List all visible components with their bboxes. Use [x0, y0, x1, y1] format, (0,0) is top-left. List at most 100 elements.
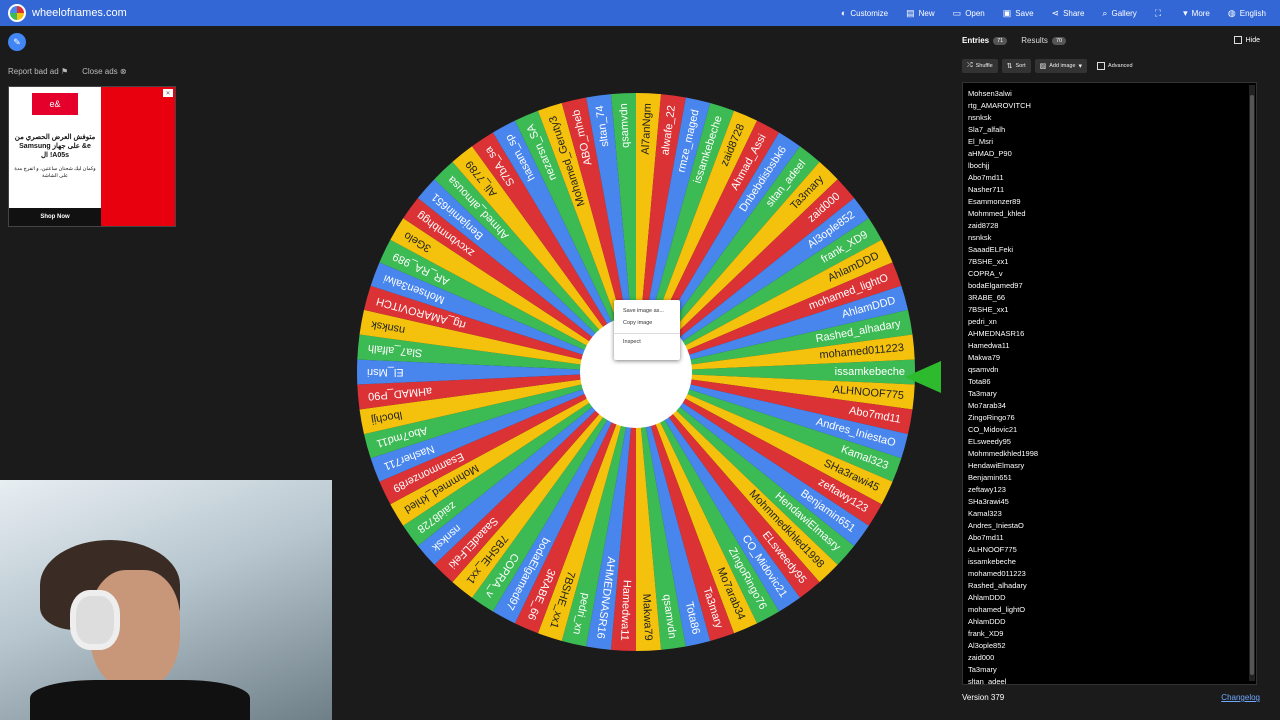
name-wheel[interactable]: issamkebecheALHNOOF775Abo7md11Andres_Ini… — [357, 93, 915, 651]
ad-shop-now-button[interactable]: Shop Now — [9, 208, 101, 226]
entry-item[interactable]: Al3ople852 — [968, 640, 1256, 652]
wheel-logo-icon[interactable] — [8, 4, 26, 22]
nav-item-gallery[interactable]: ⌕ Gallery — [1096, 8, 1142, 19]
entry-item[interactable]: SHa3rawi45 — [968, 496, 1256, 508]
ad-brand-logo: e& — [32, 93, 78, 115]
entry-item[interactable]: issamkebeche — [968, 556, 1256, 568]
entry-item[interactable]: COPRA_v — [968, 268, 1256, 280]
nav-item-new[interactable]: ▤ New — [900, 8, 941, 19]
tab-results[interactable]: Results 70 — [1021, 36, 1067, 45]
entry-item[interactable]: Mohsen3alwi — [968, 88, 1256, 100]
entry-item[interactable]: frank_XD9 — [968, 628, 1256, 640]
entry-item[interactable]: 3RABE_66 — [968, 292, 1256, 304]
entry-item[interactable]: Hamedwa11 — [968, 340, 1256, 352]
entry-item[interactable]: zaid000 — [968, 652, 1256, 664]
nav-item-open[interactable]: ▭ Open — [947, 8, 991, 19]
entry-item[interactable]: Abo7md11 — [968, 532, 1256, 544]
entry-item[interactable]: aHMAD_P90 — [968, 148, 1256, 160]
entry-item[interactable]: zeftawy123 — [968, 484, 1256, 496]
tab-entries[interactable]: Entries 71 — [962, 36, 1008, 45]
ad-links: Report bad ad ⚑ Close ads ⊗ — [8, 67, 127, 76]
entry-item[interactable]: nsnksk — [968, 232, 1256, 244]
entry-item[interactable]: Abo7md11 — [968, 172, 1256, 184]
entry-item[interactable]: AHMEDNASR16 — [968, 328, 1256, 340]
entry-item[interactable]: bodaElgamed97 — [968, 280, 1256, 292]
entry-item[interactable]: 7BSHE_xx1 — [968, 256, 1256, 268]
entry-item[interactable]: Andres_IniestaO — [968, 520, 1256, 532]
entry-item[interactable]: Kamal323 — [968, 508, 1256, 520]
entry-item[interactable]: HendawiElmasry — [968, 460, 1256, 472]
sort-button[interactable]: ⇅ Sort — [1001, 59, 1031, 73]
entry-item[interactable]: lbochjj — [968, 160, 1256, 172]
entries-textarea[interactable]: Mohsen3alwi rtg_AMAROVITCH nsnksk Sla7_alfa… — [962, 82, 1257, 685]
wheel-label: Makwa79 — [640, 593, 654, 641]
palette-icon: ◐ — [840, 8, 847, 18]
context-menu-inspect[interactable]: Inspect — [614, 337, 680, 349]
entry-item[interactable]: El_Msri — [968, 136, 1256, 148]
advanced-checkbox[interactable] — [1097, 62, 1106, 70]
new-file-icon: ▤ — [906, 7, 915, 18]
entry-item[interactable]: Mo7arab34 — [968, 400, 1256, 412]
nav-item-customize[interactable]: ◐ Customize — [835, 8, 894, 18]
nav-item-share[interactable]: ⋖ Share — [1046, 8, 1091, 19]
add-image-button[interactable]: ▨ Add image ▾ — [1034, 59, 1088, 73]
entry-item[interactable]: rtg_AMAROVITCH — [968, 100, 1256, 112]
entry-item[interactable]: Ta3mary — [968, 664, 1256, 676]
ad-content: e& متوفش العرض الحصري من e& على جهاز Sam… — [9, 87, 101, 226]
scrollbar-thumb[interactable] — [1250, 95, 1254, 675]
hide-checkbox[interactable] — [1233, 36, 1242, 44]
entry-item[interactable]: mohamed011223 — [968, 568, 1256, 580]
folder-icon: ▭ — [952, 7, 962, 18]
close-ads-link[interactable]: Close ads ⊗ — [82, 67, 127, 76]
entry-item[interactable]: ZingoRingo76 — [968, 412, 1256, 424]
add-image-label: Add image — [1049, 63, 1076, 69]
entry-item[interactable]: sltan_adeel — [968, 676, 1256, 684]
entry-item[interactable]: 7BSHE_xx1 — [968, 304, 1256, 316]
nav-item-fullscreen[interactable]: ⛶ — [1149, 8, 1171, 19]
entry-item[interactable]: mohamed_lightO — [968, 604, 1256, 616]
entry-item[interactable]: Rashed_alhadary — [968, 580, 1256, 592]
entry-item[interactable]: Mohmmedkhled1998 — [968, 448, 1256, 460]
entry-item[interactable]: ELsweedy95 — [968, 436, 1256, 448]
entry-item[interactable]: Esammonzer89 — [968, 196, 1256, 208]
entry-item[interactable]: Benjamin651 — [968, 472, 1256, 484]
entry-item[interactable]: AhlamDDD — [968, 616, 1256, 628]
wheel-label: El_Msri — [367, 366, 404, 378]
entry-item[interactable]: nsnksk — [968, 112, 1256, 124]
entry-item[interactable]: pedri_xn — [968, 316, 1256, 328]
sort-icon: ⇅ — [1006, 63, 1013, 70]
context-menu-save-image[interactable]: Save image as... — [614, 306, 680, 318]
changelog-link[interactable]: Changelog — [1221, 693, 1260, 702]
hide-toggle[interactable]: Hide — [1233, 36, 1260, 44]
nav-label: New — [918, 8, 935, 18]
entry-item[interactable]: CO_Midovic21 — [968, 424, 1256, 436]
entry-item[interactable]: qsamvdn — [968, 364, 1256, 376]
nav-item-save[interactable]: ▣ Save — [997, 8, 1040, 19]
entries-scrollbar[interactable] — [1249, 85, 1255, 681]
entries-count-badge: 71 — [993, 36, 1008, 45]
entry-item[interactable]: Tota86 — [968, 376, 1256, 388]
ad-close-icon[interactable]: ✕ — [163, 89, 173, 97]
entry-item[interactable]: SaaadELFeki — [968, 244, 1256, 256]
site-name[interactable]: wheelofnames.com — [32, 7, 127, 19]
nav-label: Gallery — [1111, 8, 1137, 18]
context-menu-copy-image[interactable]: Copy image — [614, 318, 680, 330]
entry-item[interactable]: Sla7_alfalh — [968, 124, 1256, 136]
entry-item[interactable]: AhlamDDD — [968, 592, 1256, 604]
advanced-toggle[interactable]: Advanced — [1097, 62, 1133, 70]
entry-item[interactable]: Makwa79 — [968, 352, 1256, 364]
nav-item-english[interactable]: ◍ English — [1222, 8, 1272, 19]
entry-list: Mohsen3alwi rtg_AMAROVITCH nsnksk Sla7_alfa… — [963, 83, 1256, 684]
entry-item[interactable]: ALHNOOF775 — [968, 544, 1256, 556]
report-bad-ad-link[interactable]: Report bad ad ⚑ — [8, 67, 68, 76]
advertisement[interactable]: e& متوفش العرض الحصري من e& على جهاز Sam… — [8, 86, 176, 227]
edit-pencil-button[interactable]: ✎ — [8, 33, 26, 51]
entry-item[interactable]: Nasher711 — [968, 184, 1256, 196]
shuffle-button[interactable]: ⤮ Shuffle — [962, 59, 998, 73]
report-bad-ad-label: Report bad ad — [8, 67, 59, 76]
nav-item-more[interactable]: ▾ More — [1177, 8, 1216, 19]
entry-item[interactable]: Mohmmed_khled — [968, 208, 1256, 220]
entry-item[interactable]: Ta3mary — [968, 388, 1256, 400]
nav-label: Open — [965, 8, 985, 18]
entry-item[interactable]: zaid8728 — [968, 220, 1256, 232]
